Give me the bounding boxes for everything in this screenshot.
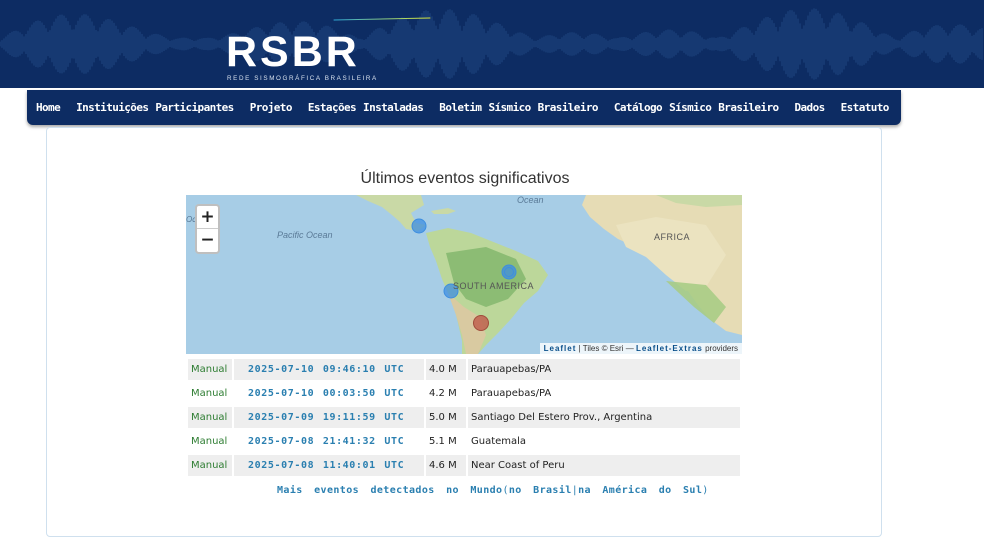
event-location: Parauapebas/PA: [471, 388, 552, 399]
event-type: Manual: [188, 455, 232, 476]
event-location: Parauapebas/PA: [468, 359, 740, 380]
logo-wordmark: RSBR: [226, 28, 360, 76]
event-type: Manual: [191, 436, 228, 447]
seismic-wave-background: [0, 8, 983, 80]
map-label-ocean: Ocean: [517, 195, 544, 205]
nav-estatuto[interactable]: Estatuto: [841, 101, 890, 114]
more-events-links: Mais eventos detectados no Mundo(no Bras…: [277, 485, 709, 496]
table-row[interactable]: Manual 2025-07-10 09:46:10 UTC 4.0 M Par…: [188, 359, 740, 380]
nav-boletim[interactable]: Boletim Sísmico Brasileiro: [439, 101, 598, 114]
table-row[interactable]: Manual 2025-07-09 19:11:59 UTC 5.0 M San…: [188, 407, 740, 428]
rsbr-logo[interactable]: RSBR REDE SISMOGRÁFICA BRASILEIRA: [222, 0, 437, 88]
zoom-in-button[interactable]: +: [197, 206, 218, 229]
zoom-out-button[interactable]: −: [197, 229, 218, 252]
events-map[interactable]: Oc Pacific Ocean Ocean AFRICA SOUTH AMER…: [186, 195, 742, 354]
nav-estacoes[interactable]: Estações Instaladas: [308, 101, 424, 114]
table-row[interactable]: Manual 2025-07-10 00:03:50 UTC 4.2 M Par…: [188, 383, 740, 404]
event-time: 2025-07-09 19:11:59 UTC: [234, 407, 424, 428]
event-location: Guatemala: [471, 436, 527, 447]
event-type: Manual: [188, 407, 232, 428]
nav-instituicoes[interactable]: Instituições Participantes: [76, 101, 234, 114]
event-magnitude: 4.0 M: [426, 359, 466, 380]
event-marker-argentina: [473, 315, 489, 331]
event-time: 2025-07-08 11:40:01 UTC: [234, 455, 424, 476]
events-table: Manual 2025-07-10 09:46:10 UTC 4.0 M Par…: [186, 356, 742, 479]
event-location: Santiago Del Estero Prov., Argentina: [468, 407, 740, 428]
event-marker-guatemala: [411, 218, 427, 234]
event-type: Manual: [188, 359, 232, 380]
leaflet-link[interactable]: Leaflet: [544, 344, 577, 353]
event-time: 2025-07-10 00:03:50 UTC: [248, 388, 405, 399]
event-magnitude: 5.1 M: [429, 436, 457, 447]
event-time: 2025-07-10 09:46:10 UTC: [234, 359, 424, 380]
logo-subtitle: REDE SISMOGRÁFICA BRASILEIRA: [227, 75, 378, 82]
site-banner: RSBR REDE SISMOGRÁFICA BRASILEIRA: [0, 0, 984, 88]
content-panel: Últimos eventos significativos Oc Pacifi…: [46, 127, 882, 537]
more-world-link[interactable]: Mais eventos detectados no Mundo: [277, 485, 502, 496]
leaflet-extras-link[interactable]: Leaflet-Extras: [636, 344, 703, 353]
table-row[interactable]: Manual 2025-07-08 11:40:01 UTC 4.6 M Nea…: [188, 455, 740, 476]
more-brasil-link[interactable]: no Brasil: [509, 485, 572, 496]
nav-projeto[interactable]: Projeto: [250, 101, 293, 114]
page-title: Últimos eventos significativos: [360, 170, 570, 187]
nav-dados[interactable]: Dados: [795, 101, 826, 114]
table-row[interactable]: Manual 2025-07-08 21:41:32 UTC 5.1 M Gua…: [188, 431, 740, 452]
map-tiles: [186, 195, 742, 354]
map-label-pacific: Pacific Ocean: [277, 230, 333, 240]
main-navigation: Home Instituições Participantes Projeto …: [27, 90, 948, 125]
attribution-providers: providers: [702, 344, 738, 353]
event-magnitude: 4.2 M: [429, 388, 457, 399]
nav-home[interactable]: Home: [36, 101, 61, 114]
event-magnitude: 4.6 M: [426, 455, 466, 476]
map-label-africa: AFRICA: [654, 232, 691, 242]
paren-close: ): [702, 485, 709, 496]
nav-catalogo[interactable]: Catálogo Sísmico Brasileiro: [614, 101, 779, 114]
map-label-south-america: SOUTH AMERICA: [453, 281, 535, 291]
event-type: Manual: [191, 388, 228, 399]
more-america-link[interactable]: na América do Sul: [578, 485, 702, 496]
map-zoom-control: + −: [195, 204, 220, 254]
map-attribution: Leaflet | Tiles © Esri — Leaflet-Extras …: [539, 343, 742, 354]
event-magnitude: 5.0 M: [426, 407, 466, 428]
nav-contato[interactable]: Contato: [905, 101, 948, 114]
event-location: Near Coast of Peru: [468, 455, 740, 476]
attribution-tiles: | Tiles © Esri —: [576, 344, 636, 353]
event-time: 2025-07-08 21:41:32 UTC: [248, 436, 405, 447]
